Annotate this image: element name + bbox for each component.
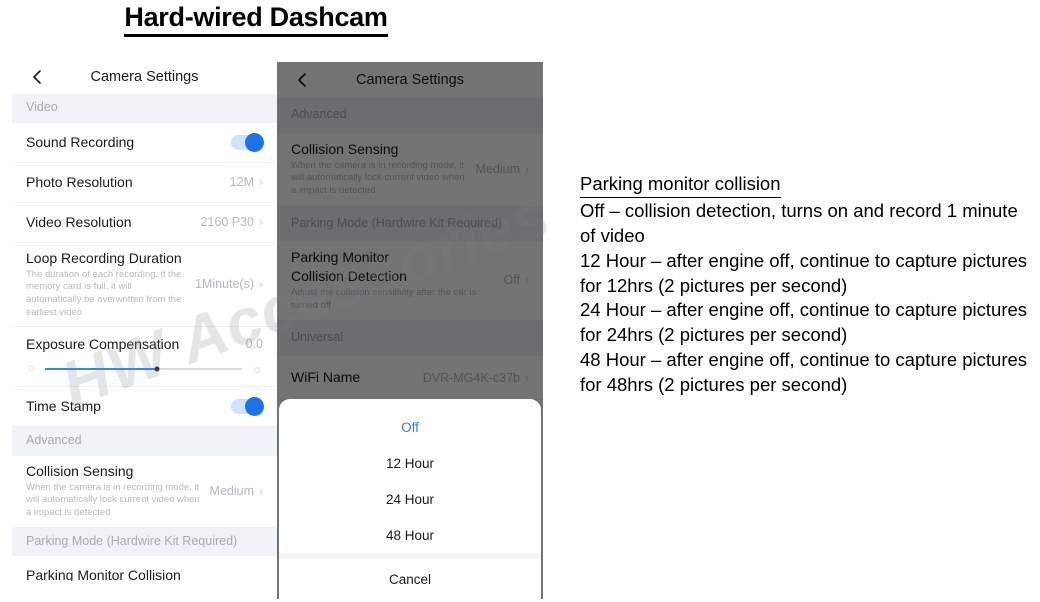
row-value: Medium [209,483,254,498]
row-subtitle: Adjust the collision sensitivity after t… [291,287,477,311]
notes-heading: Parking monitor collision [580,172,781,198]
toggle-knob [245,132,264,152]
chevron-left-icon[interactable] [30,70,44,84]
toggle-knob [245,397,264,417]
navbar-title-left: Camera Settings [90,69,199,85]
notes-line-12-hour: 12 Hour – after engine off, continue to … [580,249,1028,296]
row-value: 2160 P30 [200,215,254,230]
phone-screenshot-right: Camera Settings Advanced Collision Sensi… [277,62,543,599]
section-header-advanced: Advanced [277,98,543,133]
navbar-left: Camera Settings [12,60,277,94]
row-value: 0.0 [245,337,263,352]
slider-fill [45,367,158,370]
chevron-right-icon: › [525,370,529,385]
row-title: Time Stamp [26,398,101,415]
row-value: 12M [229,175,254,190]
chevron-right-icon: › [259,175,263,190]
exposure-slider-row[interactable]: ☼ ☼ [12,361,277,388]
notes-line-48-hour: 48 Hour – after engine off, continue to … [580,349,1028,395]
page-title-text: Hard-wired Dashcam [124,2,388,37]
row-title: Collision Sensing [26,462,134,479]
row-subtitle: The duration of each recording, if the m… [26,268,182,318]
notes-panel: Parking monitor collision Off – collisio… [580,172,1032,398]
row-value: DVR-MG4K-c37b [422,370,520,385]
page-title: Hard-wired Dashcam [0,2,512,37]
row-title: Exposure Compensation [26,335,180,352]
row-subtitle: When the camera is in recording mode, it… [291,159,465,196]
row-title: Photo Resolution [26,173,133,190]
row-photo-resolution[interactable]: Photo Resolution 12M › [12,162,277,203]
row-sound-recording[interactable]: Sound Recording [12,122,277,163]
section-header-parking-mode: Parking Mode (Hardwire Kit Required) [277,206,543,242]
section-header-video: Video [12,94,277,123]
section-header-universal: Universal [277,321,543,357]
row-collision-sensing[interactable]: Collision Sensing When the camera is in … [277,132,543,207]
row-title: Video Resolution [26,213,132,230]
row-title: Parking Monitor Collision Detection [291,249,407,285]
navbar-right: Camera Settings [277,62,543,98]
chevron-right-icon: › [259,215,263,230]
row-title: Parking Monitor Collision [26,567,181,581]
section-header-parking-mode: Parking Mode (Hardwire Kit Required) [12,527,277,557]
slider-thumb[interactable] [154,366,160,372]
row-collision-sensing[interactable]: Collision Sensing When the camera is in … [12,455,277,528]
row-title: WiFi Name [291,369,361,386]
brightness-high-icon: ☼ [251,361,263,377]
toggle-sound-recording[interactable] [231,132,264,152]
brightness-low-icon: ☼ [26,362,37,375]
action-sheet-cancel-button[interactable]: Cancel [279,559,541,599]
row-wifi-name[interactable]: WiFi Name DVR-MG4K-c37b › [277,356,543,401]
row-value: Medium [475,161,520,176]
section-header-advanced: Advanced [12,427,277,456]
chevron-right-icon: › [525,161,529,176]
row-loop-recording-duration[interactable]: Loop Recording Duration The duration of … [12,242,277,328]
notes-line-24-hour: 24 Hour – after engine off, continue to … [580,299,1028,346]
row-value: 1Minute(s) [194,276,254,291]
action-sheet-option-12-hour[interactable]: 12 Hour [279,445,541,481]
chevron-right-icon: › [259,483,263,498]
action-sheet-option-24-hour[interactable]: 24 Hour [279,481,541,517]
row-parking-monitor-collision-detection[interactable]: Parking Monitor Collision Detection Adju… [277,241,543,322]
exposure-slider[interactable] [45,366,243,372]
chevron-right-icon: › [259,276,263,291]
row-value: Off [503,273,520,288]
row-title: Loop Recording Duration [26,249,182,266]
row-title: Collision Sensing [291,140,399,157]
row-subtitle: When the camera is in recording mode, it… [26,481,200,519]
row-video-resolution[interactable]: Video Resolution 2160 P30 › [12,202,277,243]
notes-line-off: Off – collision detection, turns on and … [580,199,1018,246]
chevron-right-icon: › [525,273,529,288]
row-title: Sound Recording [26,133,135,150]
phone-screenshot-left: Camera Settings Video Sound Recording Ph… [12,60,277,581]
action-sheet-option-off[interactable]: Off [279,409,541,445]
action-sheet-option-48-hour[interactable]: 48 Hour [279,517,541,553]
toggle-time-stamp[interactable] [231,397,264,417]
row-parking-monitor-collision[interactable]: Parking Monitor Collision [12,556,277,581]
action-sheet: Off 12 Hour 24 Hour 48 Hour Cancel [279,399,541,599]
navbar-title-right: Camera Settings [356,72,464,88]
row-time-stamp[interactable]: Time Stamp [12,387,277,428]
row-exposure-compensation: Exposure Compensation 0.0 [12,327,277,362]
chevron-left-icon[interactable] [295,73,309,87]
